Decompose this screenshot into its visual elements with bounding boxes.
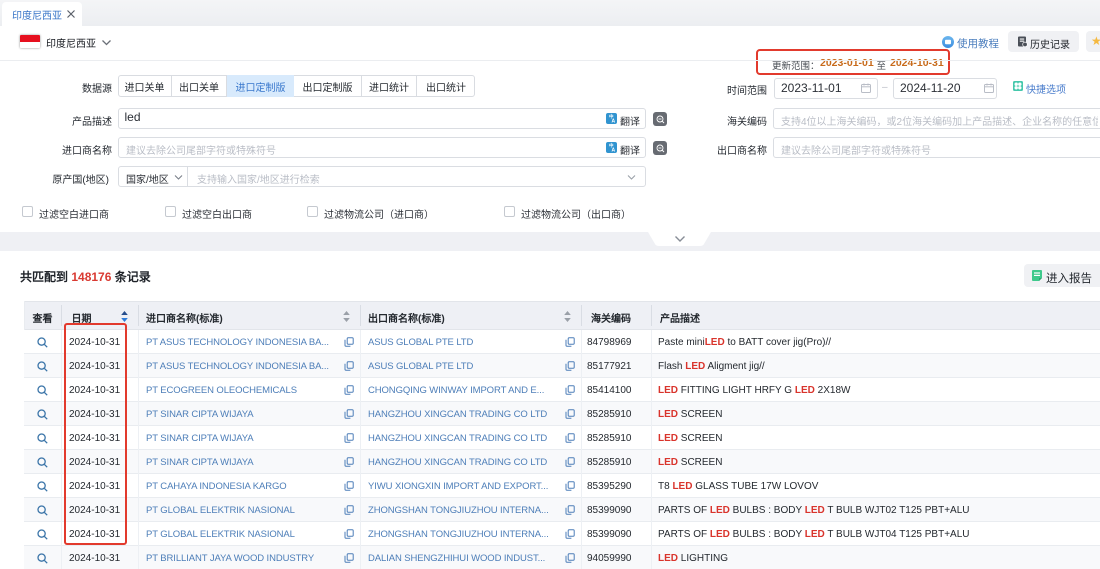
svg-text:A: A [612,148,616,153]
svg-text:A: A [612,119,616,124]
